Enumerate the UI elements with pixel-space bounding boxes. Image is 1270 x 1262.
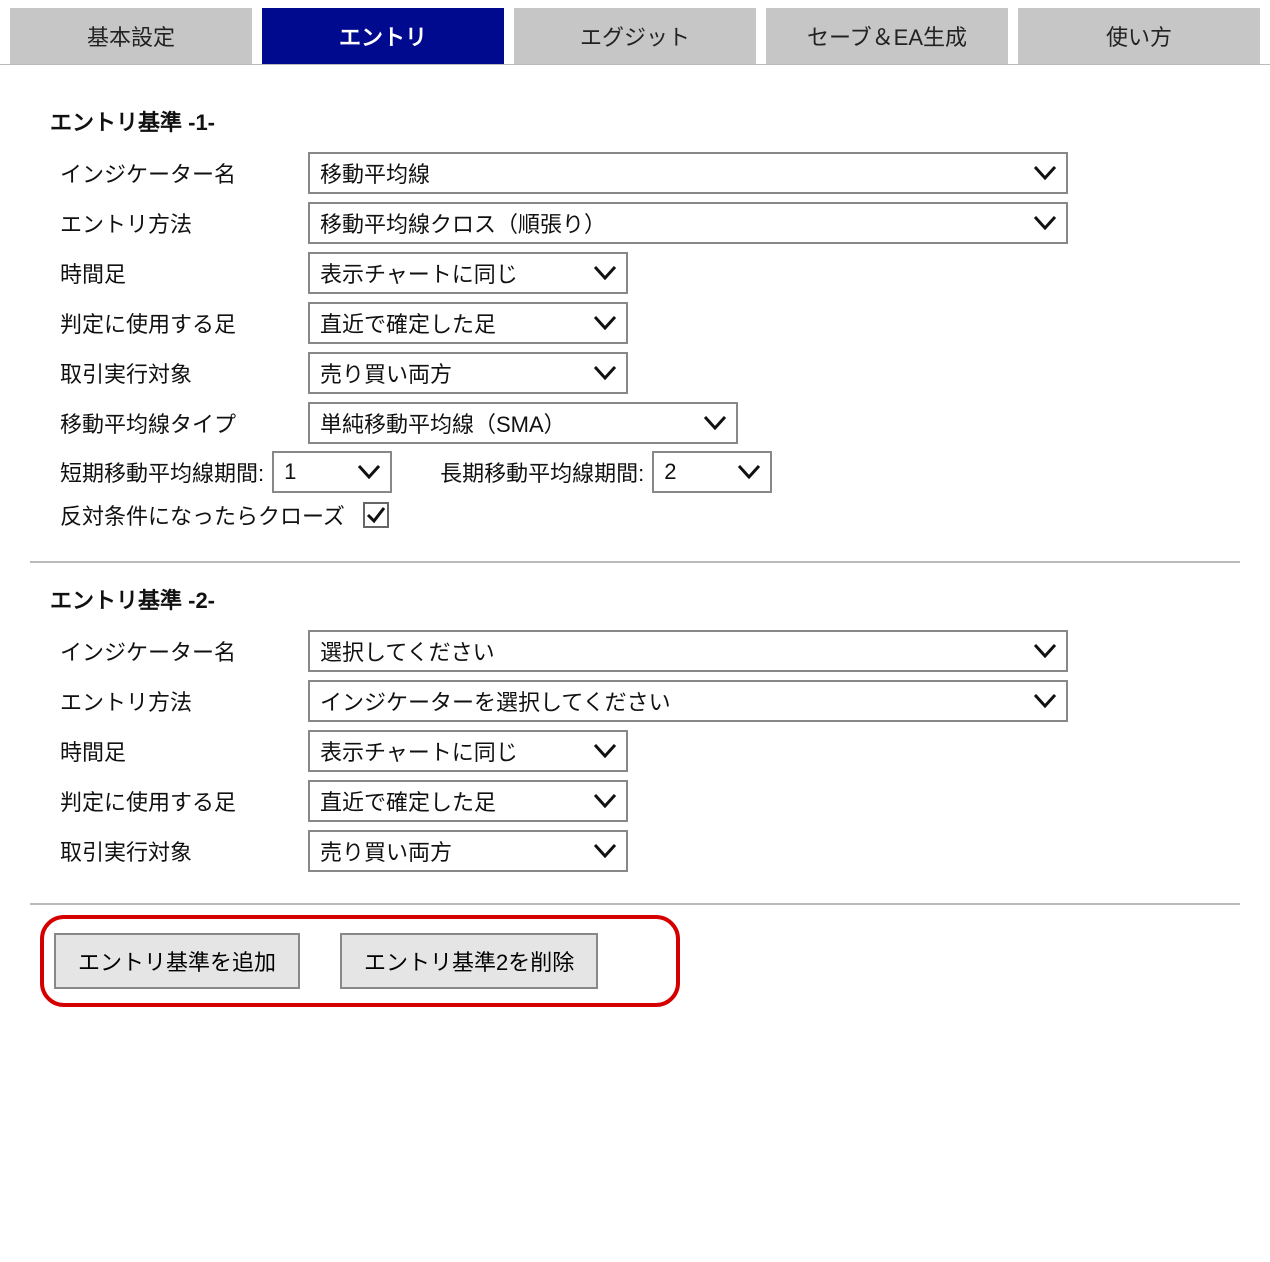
- timeframe-value-2: 表示チャートに同じ: [320, 735, 518, 767]
- chevron-down-icon: [594, 794, 616, 808]
- bar-value-1: 直近で確定した足: [320, 307, 496, 339]
- timeframe-label-1: 時間足: [60, 251, 290, 295]
- tab-exit[interactable]: エグジット: [514, 8, 756, 64]
- indicator-value-1: 移動平均線: [320, 157, 430, 189]
- delete-criteria-2-button[interactable]: エントリ基準2を削除: [340, 933, 598, 989]
- target-label-2: 取引実行対象: [60, 829, 290, 873]
- chevron-down-icon: [1034, 644, 1056, 658]
- indicator-value-2: 選択してください: [320, 635, 495, 667]
- button-row-highlight: エントリ基準を追加 エントリ基準2を削除: [40, 915, 680, 1007]
- chevron-down-icon: [594, 366, 616, 380]
- long-period-select[interactable]: 2: [652, 451, 772, 493]
- bar-label-1: 判定に使用する足: [60, 301, 290, 345]
- target-select-1[interactable]: 売り買い両方: [308, 352, 628, 394]
- indicator-select-2[interactable]: 選択してください: [308, 630, 1068, 672]
- close-on-reverse-checkbox[interactable]: [363, 502, 389, 528]
- target-value-1: 売り買い両方: [320, 357, 452, 389]
- method-label-2: エントリ方法: [60, 679, 290, 723]
- timeframe-label-2: 時間足: [60, 729, 290, 773]
- bar-select-1[interactable]: 直近で確定した足: [308, 302, 628, 344]
- short-period-select[interactable]: 1: [272, 451, 392, 493]
- chevron-down-icon: [1034, 694, 1056, 708]
- method-select-2[interactable]: インジケーターを選択してください: [308, 680, 1068, 722]
- bar-select-2[interactable]: 直近で確定した足: [308, 780, 628, 822]
- long-period-label: 長期移動平均線期間:: [440, 456, 644, 488]
- target-select-2[interactable]: 売り買い両方: [308, 830, 628, 872]
- timeframe-value-1: 表示チャートに同じ: [320, 257, 518, 289]
- method-label-1: エントリ方法: [60, 201, 290, 245]
- target-label-1: 取引実行対象: [60, 351, 290, 395]
- matype-select-1[interactable]: 単純移動平均線（SMA）: [308, 402, 738, 444]
- add-criteria-button[interactable]: エントリ基準を追加: [54, 933, 300, 989]
- tab-bar: 基本設定 エントリ エグジット セーブ＆EA生成 使い方: [0, 0, 1270, 64]
- chevron-down-icon: [1034, 166, 1056, 180]
- matype-value-1: 単純移動平均線（SMA）: [320, 407, 566, 439]
- timeframe-select-2[interactable]: 表示チャートに同じ: [308, 730, 628, 772]
- chevron-down-icon: [738, 465, 760, 479]
- chevron-down-icon: [358, 465, 380, 479]
- long-period-value: 2: [664, 459, 676, 485]
- bar-label-2: 判定に使用する足: [60, 779, 290, 823]
- chevron-down-icon: [594, 266, 616, 280]
- chevron-down-icon: [1034, 216, 1056, 230]
- section-1-title: エントリ基準 -1-: [50, 105, 1240, 137]
- method-value-2: インジケーターを選択してください: [320, 685, 671, 717]
- timeframe-select-1[interactable]: 表示チャートに同じ: [308, 252, 628, 294]
- indicator-label-1: インジケーター名: [60, 151, 290, 195]
- chevron-down-icon: [594, 744, 616, 758]
- entry-panel: エントリ基準 -1- インジケーター名 移動平均線 エントリ方法 移動平均線クロ…: [0, 64, 1270, 1047]
- section-2-title: エントリ基準 -2-: [50, 583, 1240, 615]
- method-select-1[interactable]: 移動平均線クロス（順張り）: [308, 202, 1068, 244]
- matype-label-1: 移動平均線タイプ: [60, 401, 290, 445]
- short-period-value: 1: [284, 459, 296, 485]
- tab-save[interactable]: セーブ＆EA生成: [766, 8, 1008, 64]
- indicator-select-1[interactable]: 移動平均線: [308, 152, 1068, 194]
- chevron-down-icon: [594, 844, 616, 858]
- tab-usage[interactable]: 使い方: [1018, 8, 1260, 64]
- indicator-label-2: インジケーター名: [60, 629, 290, 673]
- section-divider-2: [30, 903, 1240, 905]
- tab-basic[interactable]: 基本設定: [10, 8, 252, 64]
- target-value-2: 売り買い両方: [320, 835, 452, 867]
- close-on-reverse-label: 反対条件になったらクローズ: [60, 499, 345, 531]
- short-period-label: 短期移動平均線期間:: [60, 456, 264, 488]
- method-value-1: 移動平均線クロス（順張り）: [320, 207, 606, 239]
- bar-value-2: 直近で確定した足: [320, 785, 496, 817]
- chevron-down-icon: [594, 316, 616, 330]
- tab-entry[interactable]: エントリ: [262, 8, 504, 64]
- chevron-down-icon: [704, 416, 726, 430]
- section-divider-1: [30, 561, 1240, 563]
